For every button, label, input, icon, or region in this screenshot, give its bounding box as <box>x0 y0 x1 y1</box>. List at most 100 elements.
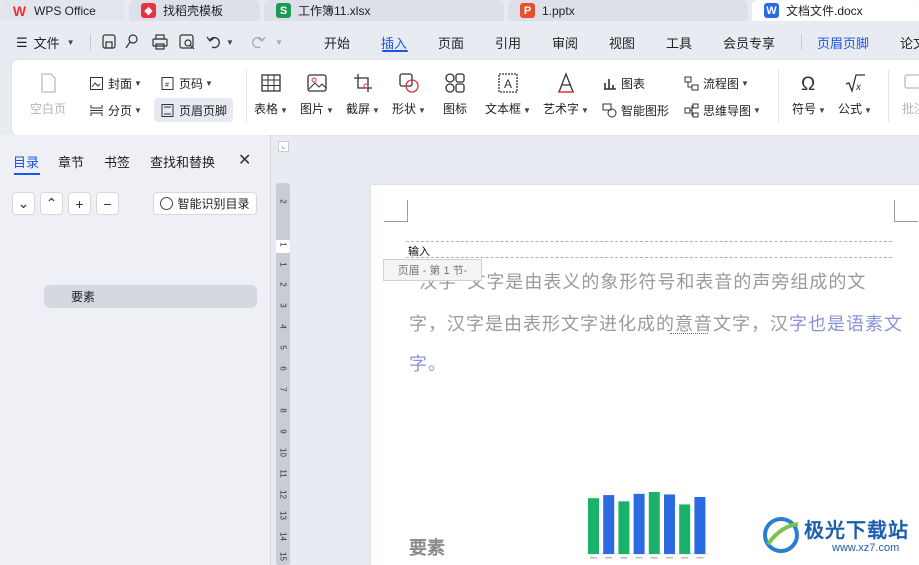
watermark-globe-icon <box>763 517 799 553</box>
undo-icon[interactable] <box>206 36 220 49</box>
textbox-button[interactable]: A 文本框 ▼ <box>485 72 531 117</box>
table-label: 表格 <box>254 102 279 116</box>
tab-docer-templates[interactable]: ◆ 找稻壳模板 <box>129 0 260 21</box>
icons-icon <box>445 73 465 93</box>
chart-bar <box>694 496 706 554</box>
menu-view[interactable]: 视图 <box>609 33 635 52</box>
minus-icon: − <box>103 195 112 212</box>
menu-review[interactable]: 审阅 <box>552 33 578 52</box>
chart-tick-label <box>635 557 643 559</box>
chevron-down-icon: ▼ <box>753 105 761 115</box>
spelling-underline <box>670 331 708 334</box>
comment-label: 批注 <box>902 102 919 116</box>
margin-corner-mark <box>894 200 918 222</box>
ruler-number: 4 <box>278 324 288 329</box>
chevron-down-icon: ⌄ <box>17 195 30 211</box>
tab-presentation[interactable]: P 1.pptx <box>508 0 748 21</box>
remove-entry-button[interactable]: − <box>96 192 119 215</box>
omega-icon: Ω <box>801 74 815 94</box>
tab-bookmarks[interactable]: 书签 <box>104 152 130 171</box>
chart-tick-label <box>666 557 673 559</box>
ribbon-separator <box>778 70 779 122</box>
tab-wps-office[interactable]: W WPS Office <box>0 0 124 21</box>
chevron-down-icon[interactable]: ▼ <box>226 38 234 47</box>
chevron-down-icon[interactable]: ▼ <box>275 38 283 47</box>
textbox-icon: A <box>498 73 518 93</box>
header-footer-icon <box>161 103 174 117</box>
header-text[interactable]: 输入 <box>408 243 430 259</box>
menu-start[interactable]: 开始 <box>324 33 350 52</box>
table-button[interactable]: 表格 ▼ <box>254 72 288 117</box>
shape-button[interactable]: 形状 ▼ <box>392 72 426 117</box>
picture-button[interactable]: 图片 ▼ <box>300 72 334 117</box>
chevron-down-icon: ▼ <box>741 78 749 88</box>
plus-icon: + <box>75 195 84 212</box>
svg-text:#: # <box>165 82 169 89</box>
blank-page-button[interactable]: 空白页 <box>30 72 66 117</box>
table-icon <box>261 74 281 92</box>
expand-button[interactable]: ⌃ <box>40 192 63 215</box>
wordart-button[interactable]: 艺术字 ▼ <box>543 72 589 117</box>
symbol-button[interactable]: Ω 符号 ▼ <box>792 72 826 117</box>
icons-button[interactable]: 图标 <box>443 72 467 117</box>
page-number-button[interactable]: # 页码 ▼ <box>160 73 213 93</box>
menu-references[interactable]: 引用 <box>495 33 521 52</box>
tab-spreadsheet[interactable]: S 工作簿11.xlsx <box>264 0 504 21</box>
ruler-corner-icon: ⌞ <box>278 141 289 152</box>
mindmap-icon <box>684 103 699 117</box>
redo-icon[interactable] <box>252 36 266 49</box>
screenshot-button[interactable]: 截屏 ▼ <box>346 72 380 117</box>
menu-header-footer[interactable]: 页眉页脚 <box>817 33 869 52</box>
page-break-icon <box>90 104 103 116</box>
menu-member[interactable]: 会员专享 <box>723 33 775 52</box>
paragraph-line-3[interactable]: 字。 <box>409 350 447 376</box>
chart-bar <box>603 495 615 554</box>
page-number-icon: # <box>161 76 174 90</box>
header-area[interactable] <box>406 241 892 258</box>
comment-icon <box>904 74 919 89</box>
collapse-button[interactable]: ⌄ <box>12 192 35 215</box>
svg-text:A: A <box>504 77 512 91</box>
formula-button[interactable]: x 公式 ▼ <box>838 72 872 117</box>
ruler-number: 1 <box>278 242 288 247</box>
paragraph-link-text: 字也是语素文 <box>789 314 903 335</box>
save-icon[interactable] <box>102 34 116 49</box>
section-heading[interactable]: 要素 <box>409 534 445 560</box>
add-entry-button[interactable]: + <box>68 192 91 215</box>
menu-page[interactable]: 页面 <box>438 33 464 52</box>
menu-tools[interactable]: 工具 <box>666 33 692 52</box>
svg-text:x: x <box>855 82 862 93</box>
panel-divider <box>270 135 271 565</box>
embedded-bar-chart[interactable] <box>580 478 720 565</box>
close-icon[interactable]: ✕ <box>238 150 251 170</box>
comment-button[interactable]: 批注 <box>902 72 919 117</box>
shape-label: 形状 <box>392 102 417 116</box>
ruler-number: 13 <box>278 511 288 520</box>
chart-tick-label <box>650 557 658 559</box>
smart-toc-button[interactable]: 智能识别目录 <box>153 192 257 215</box>
cover-button[interactable]: 封面 ▼ <box>89 73 142 93</box>
toc-item[interactable]: 要素 <box>44 285 257 308</box>
chart-button[interactable]: 图表 <box>602 73 645 93</box>
print-preview-icon[interactable] <box>179 34 195 50</box>
smartart-button[interactable]: 智能图形 <box>602 100 669 120</box>
menu-thesis[interactable]: 论文 <box>900 33 919 52</box>
tab-chapters[interactable]: 章节 <box>58 152 84 171</box>
page-break-button[interactable]: 分页 ▼ <box>89 100 142 120</box>
wordart-label: 艺术字 <box>543 102 580 116</box>
mindmap-button[interactable]: 思维导图 ▼ <box>684 100 761 120</box>
mindmap-label: 思维导图 <box>703 103 752 118</box>
tab-document[interactable]: W 文档文件.docx <box>752 0 919 21</box>
tab-find-replace[interactable]: 查找和替换 <box>150 152 215 171</box>
paragraph-line-2[interactable]: 字，汉字是由表形文字进化成的意音文字，汉字也是语素文 <box>409 310 903 336</box>
chevron-up-icon: ⌃ <box>45 195 58 211</box>
header-footer-label: 页眉页脚 <box>179 103 228 118</box>
chart-label: 图表 <box>621 76 646 91</box>
flowchart-button[interactable]: 流程图 ▼ <box>684 73 749 93</box>
header-footer-button[interactable]: 页眉页脚 <box>154 98 234 122</box>
tab-toc[interactable]: 目录 <box>13 152 39 171</box>
file-menu[interactable]: ☰ 文件 ▼ <box>16 33 75 52</box>
share-icon[interactable] <box>125 34 138 49</box>
page-number-label: 页码 <box>179 76 204 91</box>
print-icon[interactable] <box>152 34 168 50</box>
